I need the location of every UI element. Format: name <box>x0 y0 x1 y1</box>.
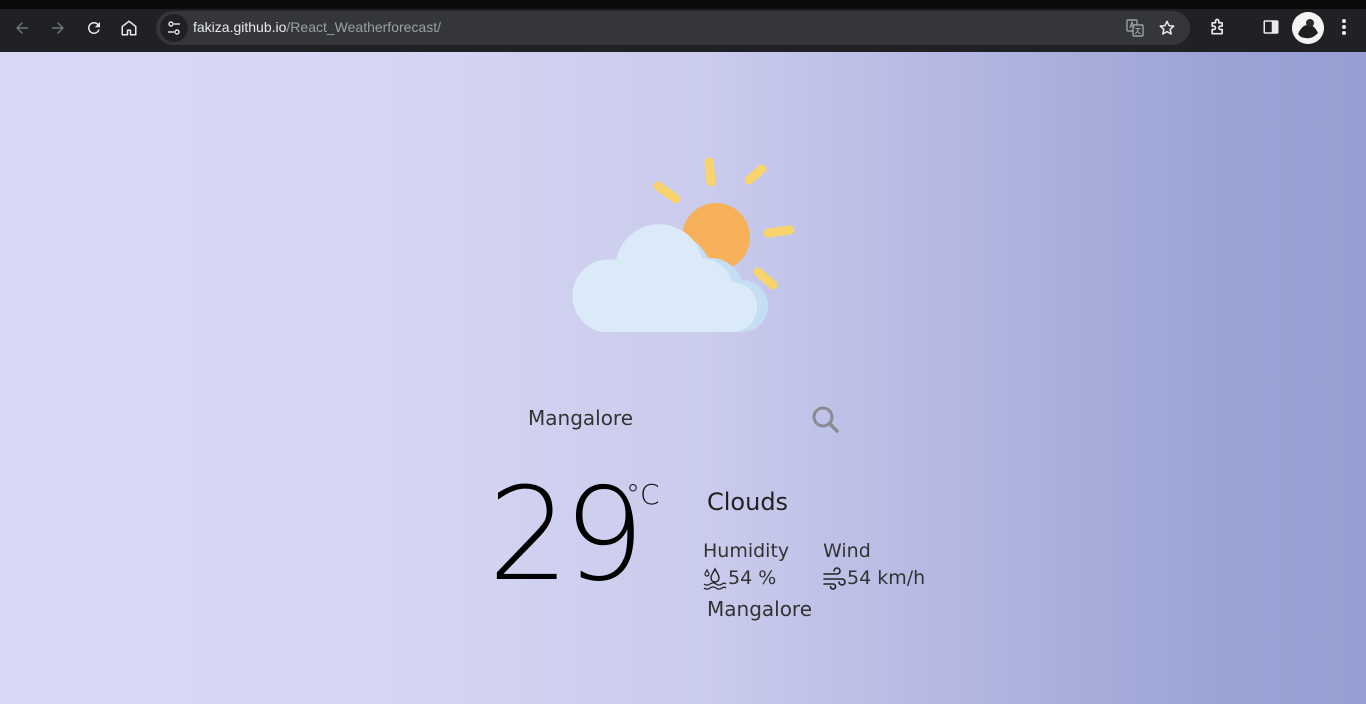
city-search-input[interactable] <box>520 398 790 438</box>
bookmark-button[interactable] <box>1156 17 1178 39</box>
humidity-icon <box>703 567 727 590</box>
humidity-value: 54 % <box>728 567 777 589</box>
tab-strip <box>0 0 1366 9</box>
profile-avatar[interactable] <box>1292 12 1324 44</box>
translate-icon <box>1126 19 1144 37</box>
star-icon <box>1159 20 1175 35</box>
partly-cloudy-icon <box>572 157 795 332</box>
wind-value: 54 km/h <box>847 567 926 589</box>
weather-page: 29 °C Clouds Humidity 54 % Wind 54 km/h … <box>0 52 1366 704</box>
search-bar <box>520 398 850 438</box>
address-bar[interactable]: fakiza.github.io/React_Weatherforecast/ <box>156 11 1190 45</box>
back-arrow-icon <box>16 22 28 34</box>
home-icon <box>121 20 137 36</box>
tune-icon <box>168 21 180 35</box>
home-button[interactable] <box>115 14 143 42</box>
side-panel-icon <box>1263 20 1279 34</box>
url-path: /React_Weatherforecast/ <box>286 19 442 35</box>
puzzle-icon <box>1211 18 1223 35</box>
search-button[interactable] <box>808 402 842 436</box>
extensions-button[interactable] <box>1205 14 1231 40</box>
browser-menu-button[interactable] <box>1331 14 1357 40</box>
wind-label: Wind <box>823 540 871 562</box>
url-host: fakiza.github.io <box>193 19 287 35</box>
forward-button[interactable] <box>44 14 72 42</box>
city-name: Mangalore <box>707 597 813 621</box>
browser-toolbar: fakiza.github.io/React_Weatherforecast/ <box>0 0 1366 52</box>
humidity-label: Humidity <box>703 540 790 562</box>
wind-value-row: 54 km/h <box>822 566 925 590</box>
site-info-button[interactable] <box>160 14 188 42</box>
humidity-value-row: 54 % <box>703 566 776 590</box>
kebab-menu-icon <box>1342 19 1346 35</box>
reload-icon <box>87 21 100 34</box>
forward-arrow-icon <box>52 22 64 34</box>
search-icon <box>812 406 839 433</box>
weather-condition: Clouds <box>707 488 789 516</box>
wind-icon <box>823 567 846 590</box>
translate-button[interactable] <box>1124 17 1146 39</box>
temperature-unit: °C <box>626 478 660 511</box>
back-button[interactable] <box>8 14 36 42</box>
url-text[interactable]: fakiza.github.io/React_Weatherforecast/ <box>193 19 441 35</box>
side-panel-button[interactable] <box>1258 14 1284 40</box>
temperature-value: 29 <box>488 461 645 610</box>
avatar-image <box>1292 12 1324 44</box>
reload-button[interactable] <box>80 14 108 42</box>
